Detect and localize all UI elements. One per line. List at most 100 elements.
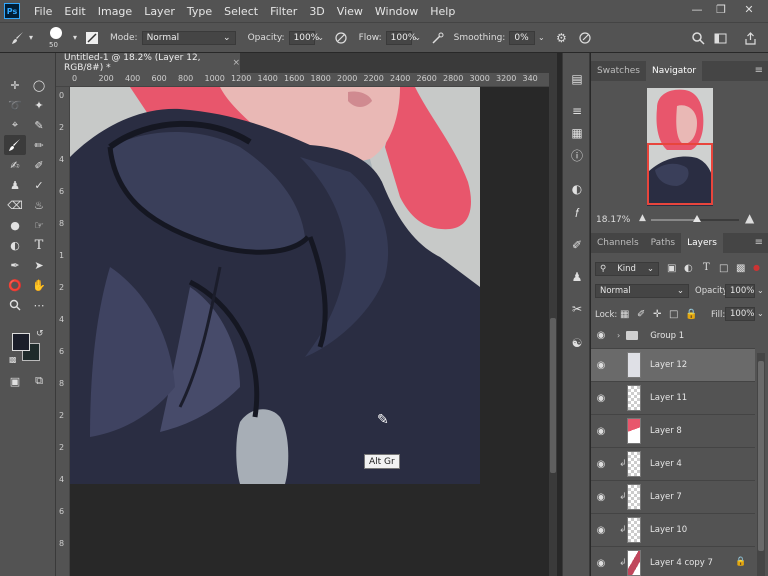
mode-select[interactable]: Normal ⌄: [141, 30, 236, 45]
brush-settings-icon[interactable]: [84, 30, 100, 46]
flow-field[interactable]: 100%: [385, 30, 416, 45]
layer-row-layer-8[interactable]: ◉ Layer 8: [591, 415, 755, 448]
eye-icon[interactable]: ◉: [591, 393, 611, 404]
spot-healing-tool-icon[interactable]: ✍: [4, 155, 26, 175]
layer-blend-mode[interactable]: Normal ⌄: [595, 284, 689, 298]
workspace-icon[interactable]: [712, 30, 728, 46]
crop-tool-icon[interactable]: ⌖: [4, 115, 26, 135]
layer-row-layer-11[interactable]: ◉ Layer 11: [591, 382, 755, 415]
horizontal-ruler[interactable]: 0 200 400 600 800 1000 1200 1400 1600 1800 2000 220…: [56, 73, 549, 87]
layer-row-group-1[interactable]: ◉ › Group 1: [591, 323, 755, 349]
quick-mask-icon[interactable]: ▣: [4, 371, 26, 391]
zoom-out-icon[interactable]: ▲: [639, 213, 646, 223]
chevron-down-icon[interactable]: ▾: [70, 30, 80, 46]
more-tools-icon[interactable]: ⋯: [28, 295, 50, 315]
tab-paths[interactable]: Paths: [645, 233, 681, 253]
close-tab-icon[interactable]: ×: [232, 58, 240, 68]
filter-pixel-icon[interactable]: ▣: [667, 263, 676, 274]
layer-row-layer-12[interactable]: ◉ Layer 12: [591, 349, 755, 382]
eye-icon[interactable]: ◉: [591, 558, 611, 569]
artwork-canvas[interactable]: [70, 87, 480, 484]
scrollbar-thumb[interactable]: [550, 318, 556, 473]
elliptical-marquee-tool-icon[interactable]: ◯: [28, 75, 50, 95]
brush-preset-picker[interactable]: 50: [46, 24, 70, 52]
menu-window[interactable]: Window: [369, 5, 424, 18]
eye-icon[interactable]: ◉: [591, 360, 611, 371]
share-icon[interactable]: [742, 30, 758, 46]
screen-mode-icon[interactable]: ⧉: [28, 371, 50, 391]
default-colors-icon[interactable]: ▩: [9, 355, 17, 364]
canvas-vertical-scrollbar[interactable]: [549, 73, 557, 576]
opacity-field[interactable]: 100%: [288, 30, 319, 45]
eye-icon[interactable]: ◉: [591, 525, 611, 536]
brush-tool-icon[interactable]: [10, 30, 26, 46]
layer-row-layer-4[interactable]: ◉ ↲ Layer 4: [591, 448, 755, 481]
lock-icon[interactable]: 🔒: [685, 309, 697, 320]
tab-channels[interactable]: Channels: [591, 233, 645, 253]
move-tool-icon[interactable]: ✛: [4, 75, 26, 95]
zoom-slider[interactable]: [651, 215, 739, 222]
layer-row-layer-10[interactable]: ◉ ↲ Layer 10: [591, 514, 755, 547]
libraries-icon[interactable]: ☯: [567, 333, 587, 353]
brushes-icon[interactable]: ✐: [567, 235, 587, 255]
filter-toggle-icon[interactable]: ●: [753, 263, 760, 272]
layer-row-layer-4-copy-7[interactable]: ◉ ↲ Layer 4 copy 7 🔒: [591, 547, 755, 576]
tab-navigator[interactable]: Navigator: [646, 61, 703, 81]
properties-icon[interactable]: ▦: [567, 123, 587, 143]
swap-colors-icon[interactable]: ↺: [36, 329, 44, 339]
eye-icon[interactable]: ◉: [591, 330, 611, 341]
filter-adjustment-icon[interactable]: ◐: [684, 263, 693, 274]
tab-swatches[interactable]: Swatches: [591, 61, 646, 81]
zoom-value[interactable]: 18.17%: [596, 215, 632, 225]
zoom-slider-handle[interactable]: [692, 215, 701, 222]
canvas-area[interactable]: [70, 87, 549, 576]
lock-position-icon[interactable]: ✛: [653, 309, 661, 320]
panel-menu-icon[interactable]: ≡: [755, 237, 763, 248]
zoom-tool-icon[interactable]: [4, 295, 26, 315]
pencil-tool-icon[interactable]: ✏: [28, 135, 50, 155]
smoothing-field[interactable]: 0%: [509, 30, 536, 45]
mixer-brush-tool-icon[interactable]: ✐: [28, 155, 50, 175]
paint-bucket-tool-icon[interactable]: ♨: [28, 195, 50, 215]
eyedropper-tool-icon[interactable]: ✎: [28, 115, 50, 135]
chevron-down-icon[interactable]: ⌄: [315, 30, 327, 46]
menu-image[interactable]: Image: [92, 5, 138, 18]
pen-tool-icon[interactable]: ✒: [4, 255, 26, 275]
document-tab[interactable]: Untitled-1 @ 18.2% (Layer 12, RGB/8#) * …: [56, 53, 240, 73]
gear-icon[interactable]: ⚙: [553, 30, 569, 46]
pressure-size-icon[interactable]: [577, 30, 593, 46]
menu-3d[interactable]: 3D: [303, 5, 330, 18]
eraser-tool-icon[interactable]: ⌫: [4, 195, 26, 215]
blur-tool-icon[interactable]: ●: [4, 215, 26, 235]
search-icon[interactable]: [690, 30, 706, 46]
dodge-tool-icon[interactable]: ◐: [4, 235, 26, 255]
adjustments-icon[interactable]: ≡: [567, 101, 587, 121]
color-icon[interactable]: ◐: [567, 179, 587, 199]
clone-stamp-tool-icon[interactable]: ♟: [4, 175, 26, 195]
airbrush-icon[interactable]: [430, 30, 446, 46]
fill-field[interactable]: 100%: [725, 307, 755, 321]
chevron-right-icon[interactable]: ›: [617, 331, 620, 340]
hand-tool-icon[interactable]: ✋: [28, 275, 50, 295]
menu-file[interactable]: File: [28, 5, 58, 18]
zoom-in-icon[interactable]: ▲: [745, 211, 754, 225]
eye-icon[interactable]: ◉: [591, 459, 611, 470]
menu-select[interactable]: Select: [218, 5, 264, 18]
photoshop-logo-icon[interactable]: Ps: [4, 3, 20, 19]
layer-filter-kind[interactable]: ⚲ Kind ⌄: [595, 262, 659, 276]
history-brush-tool-icon[interactable]: ✓: [28, 175, 50, 195]
navigator-view-box[interactable]: [647, 143, 713, 205]
minimize-button[interactable]: —: [686, 0, 708, 18]
menu-type[interactable]: Type: [181, 5, 218, 18]
filter-smart-object-icon[interactable]: ▩: [736, 263, 745, 274]
menu-view[interactable]: View: [331, 5, 369, 18]
filter-shape-icon[interactable]: □: [719, 263, 728, 274]
close-window-button[interactable]: ✕: [738, 0, 760, 18]
layers-scrollbar[interactable]: [757, 353, 765, 576]
filter-type-icon[interactable]: T: [703, 262, 710, 273]
scrollbar-thumb[interactable]: [758, 361, 764, 551]
eye-icon[interactable]: ◉: [591, 426, 611, 437]
magic-wand-tool-icon[interactable]: ✦: [28, 95, 50, 115]
menu-edit[interactable]: Edit: [58, 5, 91, 18]
path-selection-tool-icon[interactable]: ➤: [28, 255, 50, 275]
